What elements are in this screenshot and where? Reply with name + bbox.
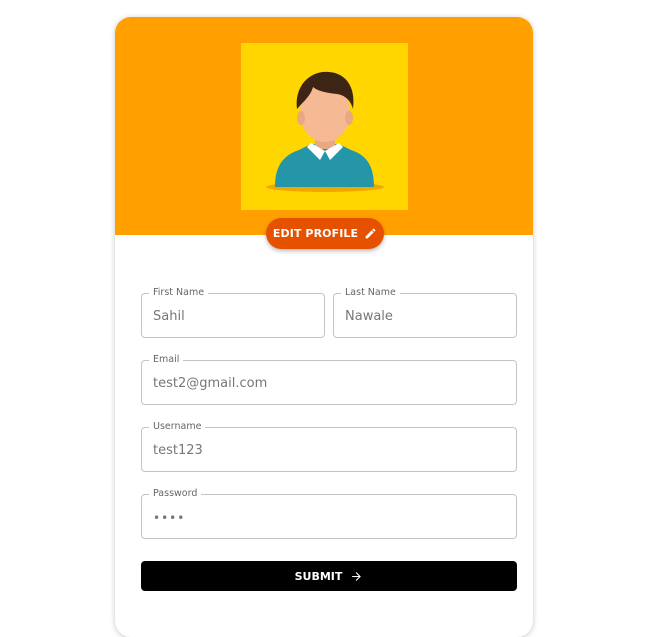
email-field[interactable]: Email test2@gmail.com [141,353,517,406]
edit-profile-label: EDIT PROFILE [272,227,359,240]
edit-profile-button[interactable]: EDIT PROFILE [266,218,384,249]
arrow-right-icon [352,571,362,581]
avatar [241,43,408,210]
pencil-icon [365,228,376,239]
submit-label: SUBMIT [294,569,343,583]
first-name-field[interactable]: First Name Sahil [141,286,325,339]
person-avatar-icon [266,71,384,192]
password-input[interactable]: •••• [153,495,505,540]
username-field[interactable]: Username test123 [141,420,517,473]
password-field[interactable]: Password •••• [141,487,517,540]
username-input[interactable]: test123 [153,428,505,473]
first-name-input[interactable]: Sahil [153,294,313,339]
submit-button[interactable]: SUBMIT [141,561,517,591]
email-input[interactable]: test2@gmail.com [153,361,505,406]
profile-card: EDIT PROFILE First Name Sahil Last Name … [115,17,533,637]
last-name-input[interactable]: Nawale [345,294,505,339]
profile-header [115,17,533,235]
last-name-field[interactable]: Last Name Nawale [333,286,517,339]
